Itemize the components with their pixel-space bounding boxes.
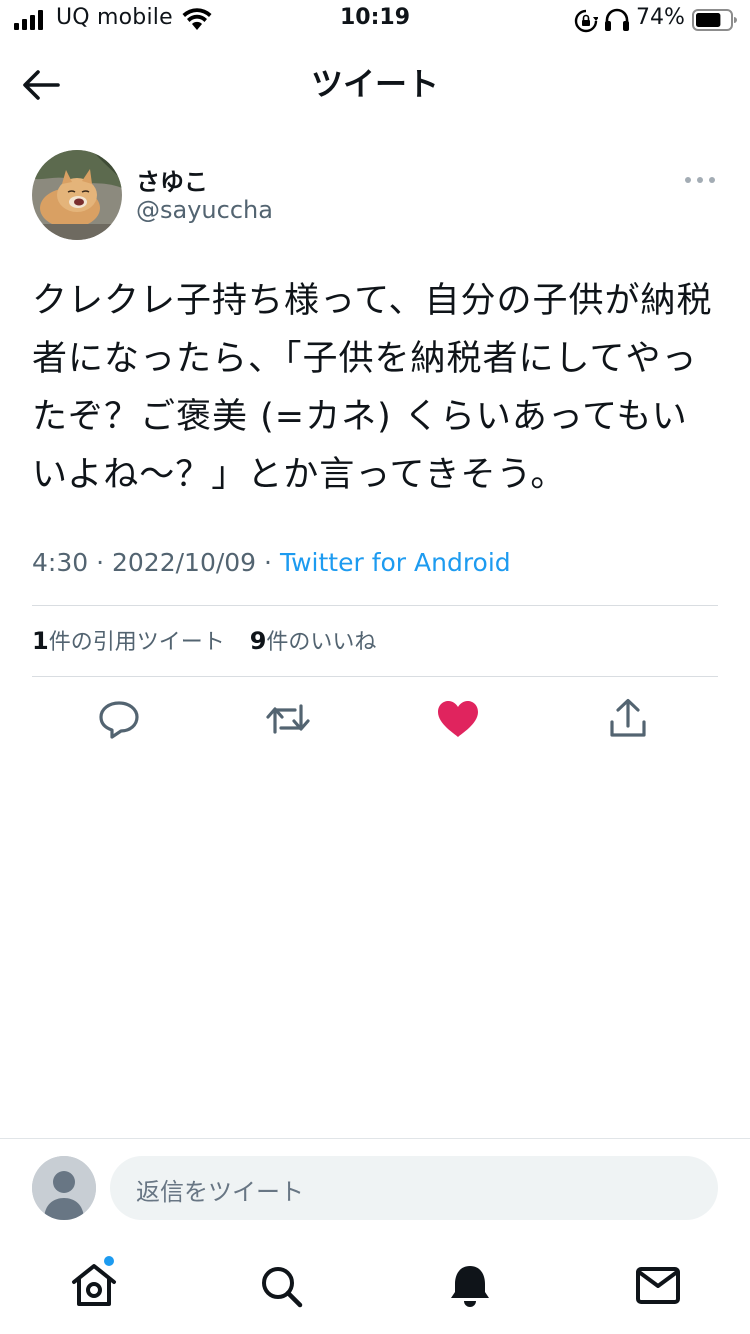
tab-home[interactable] xyxy=(66,1258,122,1314)
share-icon xyxy=(610,698,646,737)
tab-notifications[interactable] xyxy=(442,1258,498,1314)
search-icon xyxy=(262,1267,303,1308)
meta-separator: · xyxy=(96,548,105,577)
likes-link[interactable]: 9件のいいね xyxy=(249,627,377,655)
quote-count: 1 xyxy=(32,627,49,655)
tweet-stats: 1件の引用ツイート 9件のいいね xyxy=(32,624,394,656)
bell-icon xyxy=(451,1266,489,1307)
status-bar: UQ mobile 10:19 74% xyxy=(0,0,750,44)
quote-tweets-link[interactable]: 1件の引用ツイート xyxy=(32,627,225,655)
reply-placeholder: 返信をツイート xyxy=(136,1178,304,1206)
divider xyxy=(32,605,718,606)
like-count: 9 xyxy=(249,627,267,655)
meta-separator: · xyxy=(264,548,272,577)
mail-icon xyxy=(636,1267,680,1304)
like-label: 件のいいね xyxy=(266,630,377,655)
divider xyxy=(32,676,718,677)
tweet-text: クレクレ子持ち様って、自分の子供が納税者になったら、「子供を納税者にしてやったぞ… xyxy=(32,281,713,495)
carrier-name: UQ mobile xyxy=(56,5,173,30)
more-icon xyxy=(685,177,715,183)
tweet-time: 4:30 xyxy=(32,548,89,577)
reply-icon xyxy=(99,701,139,739)
tweet-date: 2022/10/09 xyxy=(112,548,257,577)
reply-input[interactable]: 返信をツイート xyxy=(110,1156,718,1220)
my-avatar[interactable] xyxy=(32,1156,96,1220)
quote-label: 件の引用ツイート xyxy=(48,630,225,655)
tweet-meta: 4:30 · 2022/10/09 · Twitter for Android xyxy=(32,548,511,577)
tab-search[interactable] xyxy=(253,1258,309,1314)
author-avatar[interactable] xyxy=(32,150,122,240)
cat-photo xyxy=(32,150,122,240)
tab-messages[interactable] xyxy=(630,1258,686,1314)
more-options-button[interactable] xyxy=(680,166,720,194)
orientation-lock-icon xyxy=(574,9,598,33)
cellular-signal-icon xyxy=(14,10,43,30)
back-button[interactable] xyxy=(18,62,64,108)
arrow-left-icon xyxy=(23,70,60,100)
page-title: ツイート xyxy=(310,65,439,103)
retweet-button[interactable] xyxy=(265,696,311,742)
battery-percent: 74% xyxy=(636,5,685,30)
tweet-source-link[interactable]: Twitter for Android xyxy=(280,548,511,577)
author-username[interactable]: @sayuccha xyxy=(136,196,273,224)
like-button[interactable] xyxy=(435,696,481,742)
wifi-icon xyxy=(182,8,212,30)
reply-button[interactable] xyxy=(96,696,142,742)
share-button[interactable] xyxy=(605,696,651,742)
default-user-icon xyxy=(32,1156,96,1220)
headphones-icon xyxy=(605,8,629,31)
reply-bar-divider xyxy=(0,1138,750,1139)
home-icon xyxy=(72,1264,116,1306)
battery-icon xyxy=(692,9,737,31)
author-display-name[interactable]: さゆこ xyxy=(136,162,208,197)
home-notification-dot xyxy=(104,1256,114,1266)
retweet-icon xyxy=(266,704,310,734)
heart-icon xyxy=(438,701,478,737)
